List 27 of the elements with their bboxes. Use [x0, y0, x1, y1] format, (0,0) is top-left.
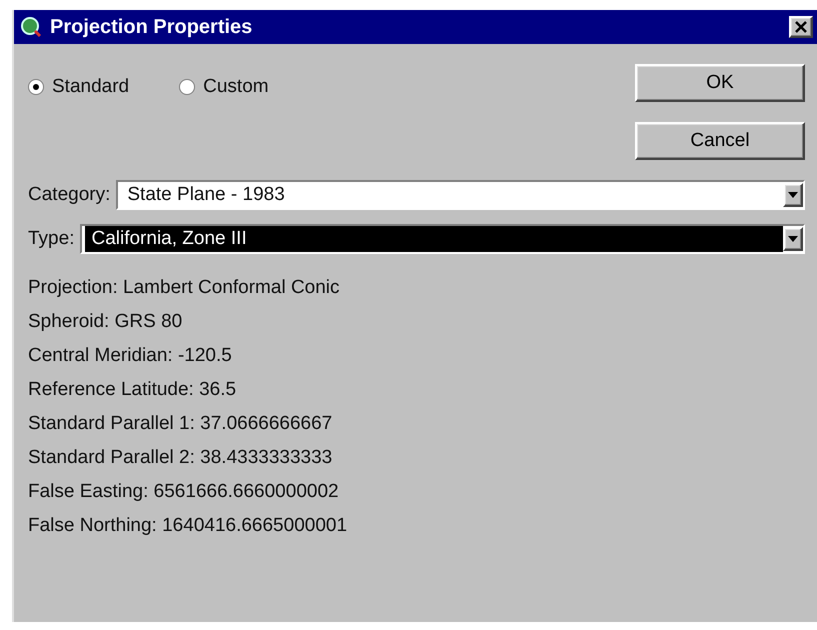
close-icon [795, 21, 807, 33]
radio-circle[interactable] [179, 79, 196, 95]
dropdown-field[interactable]: California, Zone III [80, 224, 805, 254]
caret-icon [788, 236, 798, 242]
field-value: State Plane - 1983 [126, 183, 286, 207]
dropdown-field[interactable]: State Plane - 1983 [116, 180, 805, 210]
field-value: California, Zone III [85, 226, 783, 252]
ok-button[interactable]: OK [635, 64, 805, 102]
cancel-button[interactable]: Cancel [635, 122, 805, 160]
property-text: Standard Parallel 2: 38.4333333333 [28, 446, 334, 469]
dropdown-button[interactable] [783, 227, 803, 251]
radio-circle[interactable] [28, 79, 44, 95]
property-text: Central Meridian: -120.5 [28, 344, 233, 367]
property-text: False Northing: 1640416.6665000001 [28, 514, 348, 537]
property-text: Reference Latitude: 36.5 [28, 378, 238, 401]
close-button[interactable] [789, 16, 813, 38]
field-label: Category: [28, 184, 110, 206]
property-text: Spheroid: GRS 80 [28, 310, 184, 333]
property-text: Projection: Lambert Conformal Conic [28, 276, 341, 299]
radio-button[interactable]: Standard [28, 76, 130, 98]
caret-icon [788, 192, 798, 198]
dropdown-button[interactable] [783, 183, 803, 207]
window-title: Projection Properties [50, 16, 254, 38]
field-label: Type: [28, 228, 74, 250]
property-text: False Easting: 6561666.6660000002 [28, 480, 340, 503]
property-text: Standard Parallel 1: 37.0666666667 [28, 412, 334, 435]
radio-button[interactable]: Custom [179, 76, 269, 98]
